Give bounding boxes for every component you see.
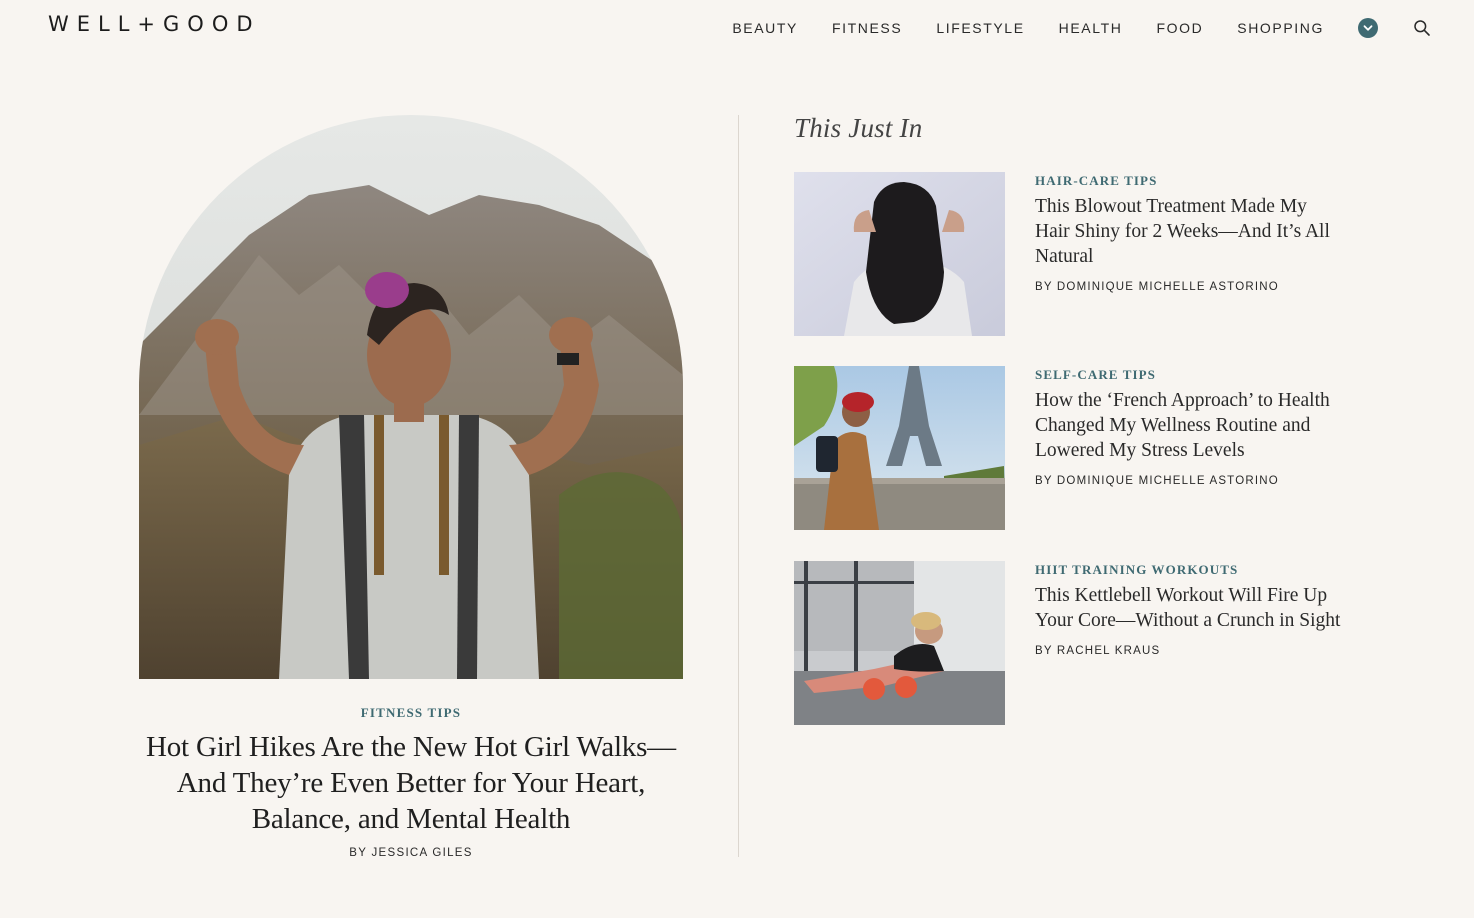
column-divider xyxy=(738,115,739,857)
site-header: WELL+GOOD BEAUTY FITNESS LIFESTYLE HEALT… xyxy=(0,0,1474,54)
article-category[interactable]: HAIR-CARE TIPS xyxy=(1035,173,1345,189)
featured-article-title[interactable]: Hot Girl Hikes Are the New Hot Girl Walk… xyxy=(139,729,683,837)
nav-more-button[interactable] xyxy=(1358,18,1378,38)
article-category[interactable]: SELF-CARE TIPS xyxy=(1035,367,1345,383)
article-author[interactable]: BY DOMINIQUE MICHELLE ASTORINO xyxy=(1035,281,1345,293)
list-item: HAIR-CARE TIPS This Blowout Treatment Ma… xyxy=(794,172,1354,337)
nav-item-beauty[interactable]: BEAUTY xyxy=(732,20,798,36)
nav-item-shopping[interactable]: SHOPPING xyxy=(1237,20,1324,36)
article-title[interactable]: This Blowout Treatment Made My Hair Shin… xyxy=(1035,194,1345,269)
featured-article: FITNESS TIPS Hot Girl Hikes Are the New … xyxy=(139,115,683,859)
nav-item-health[interactable]: HEALTH xyxy=(1059,20,1123,36)
article-text: SELF-CARE TIPS How the ‘French Approach’… xyxy=(1035,366,1345,487)
list-item: HIIT TRAINING WORKOUTS This Kettlebell W… xyxy=(794,561,1354,726)
article-title[interactable]: How the ‘French Approach’ to Health Chan… xyxy=(1035,388,1345,463)
featured-article-image[interactable] xyxy=(139,115,683,679)
article-author[interactable]: BY RACHEL KRAUS xyxy=(1035,645,1345,657)
site-logo[interactable]: WELL+GOOD xyxy=(48,12,261,36)
article-thumbnail[interactable] xyxy=(794,366,1005,530)
nav-item-fitness[interactable]: FITNESS xyxy=(832,20,902,36)
article-author[interactable]: BY DOMINIQUE MICHELLE ASTORINO xyxy=(1035,475,1345,487)
chevron-down-icon xyxy=(1363,25,1373,31)
article-thumbnail[interactable] xyxy=(794,561,1005,725)
search-icon xyxy=(1414,20,1430,36)
nav-item-lifestyle[interactable]: LIFESTYLE xyxy=(936,20,1024,36)
featured-article-author[interactable]: BY JESSICA GILES xyxy=(139,847,683,859)
nav-item-food[interactable]: FOOD xyxy=(1156,20,1203,36)
featured-article-category[interactable]: FITNESS TIPS xyxy=(139,705,683,721)
main-nav: BEAUTY FITNESS LIFESTYLE HEALTH FOOD SHO… xyxy=(732,18,1474,38)
search-button[interactable] xyxy=(1412,18,1432,38)
article-text: HIIT TRAINING WORKOUTS This Kettlebell W… xyxy=(1035,561,1345,657)
article-title[interactable]: This Kettlebell Workout Will Fire Up You… xyxy=(1035,583,1345,633)
article-text: HAIR-CARE TIPS This Blowout Treatment Ma… xyxy=(1035,172,1345,293)
article-category[interactable]: HIIT TRAINING WORKOUTS xyxy=(1035,562,1345,578)
this-just-in-heading: This Just In xyxy=(794,113,923,143)
article-thumbnail[interactable] xyxy=(794,172,1005,336)
list-item: SELF-CARE TIPS How the ‘French Approach’… xyxy=(794,366,1354,531)
